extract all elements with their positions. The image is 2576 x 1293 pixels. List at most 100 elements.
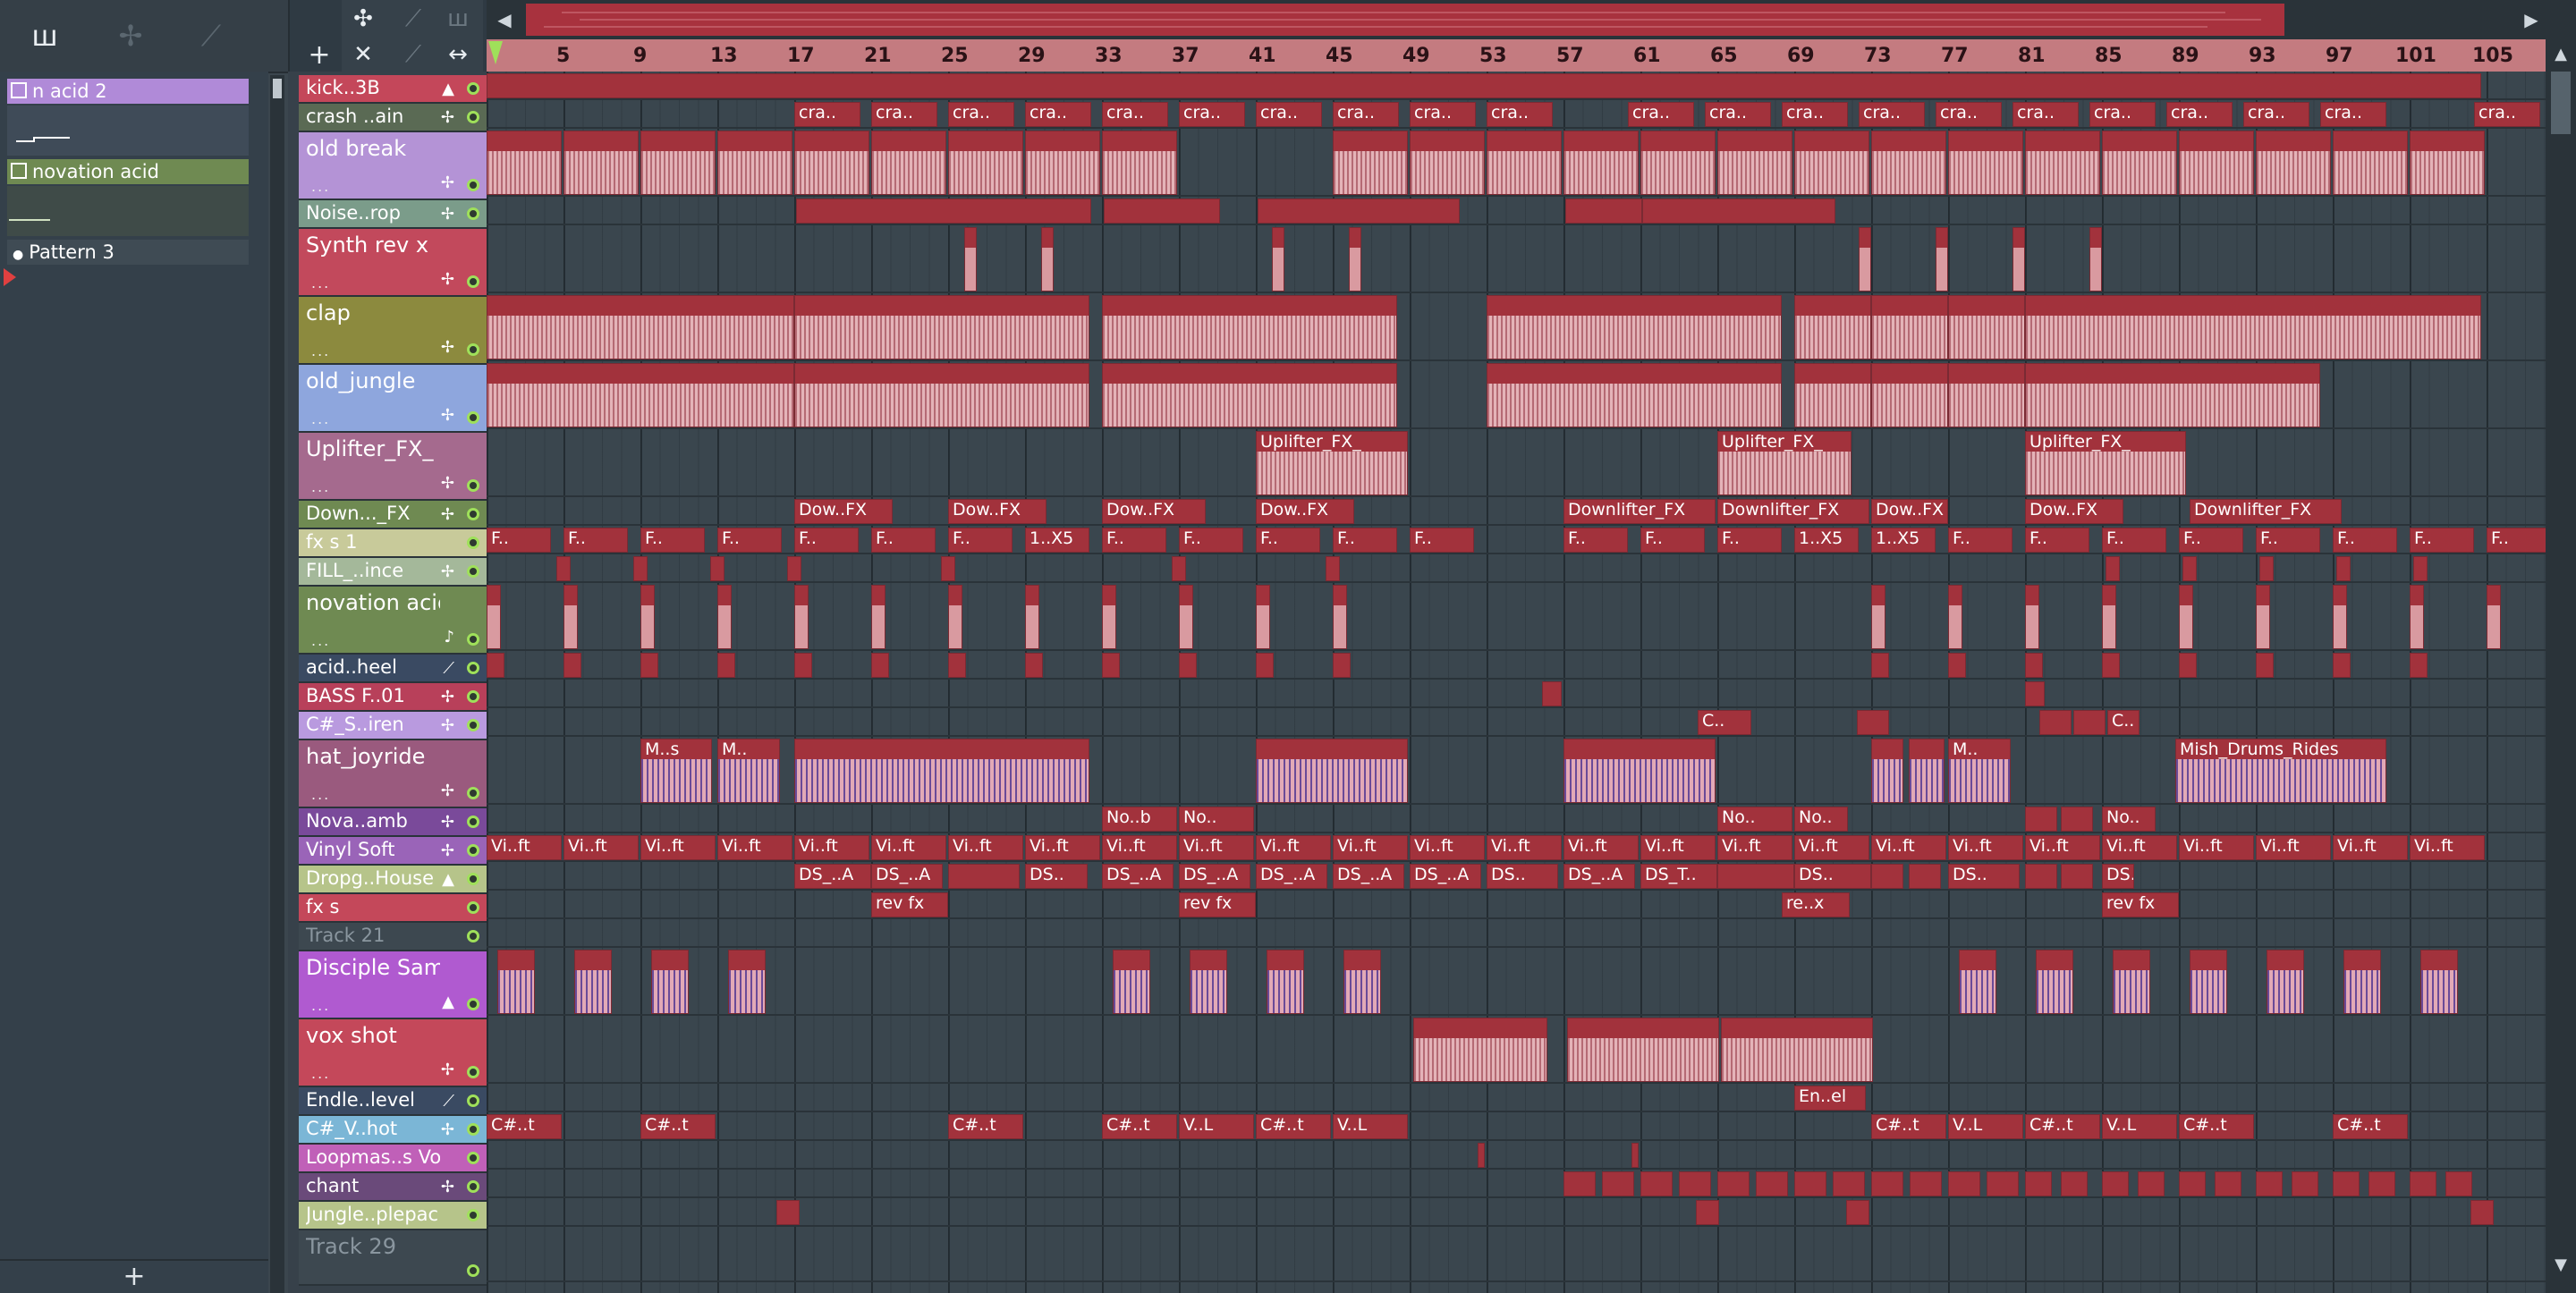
clip[interactable] bbox=[794, 585, 809, 649]
track-mute-toggle[interactable] bbox=[467, 662, 479, 674]
track-lane[interactable] bbox=[487, 708, 2546, 737]
clip[interactable] bbox=[2413, 556, 2428, 581]
clip[interactable]: F.. bbox=[1179, 528, 1243, 553]
automation-clip-icon[interactable]: ⟋ bbox=[191, 20, 231, 52]
scroll-left-icon[interactable]: ◀ bbox=[488, 4, 521, 36]
audio-clip-icon[interactable]: ✢ bbox=[111, 20, 150, 52]
clip[interactable]: C.. bbox=[1698, 710, 1751, 735]
clip[interactable] bbox=[2025, 363, 2320, 427]
clip[interactable] bbox=[2333, 131, 2408, 195]
clip[interactable]: Downlifter_FX bbox=[1717, 499, 1869, 524]
clip[interactable] bbox=[871, 585, 886, 649]
clip[interactable] bbox=[1794, 131, 1869, 195]
clip[interactable]: cra.. bbox=[1628, 102, 1694, 127]
clip[interactable]: cra.. bbox=[948, 102, 1014, 127]
clip[interactable]: M.. bbox=[1948, 739, 2011, 803]
clip[interactable] bbox=[2470, 1200, 2494, 1225]
clip[interactable]: DS_..A bbox=[1563, 864, 1635, 889]
clip[interactable] bbox=[556, 556, 571, 581]
clip[interactable] bbox=[1987, 1171, 2019, 1196]
clip[interactable] bbox=[651, 950, 689, 1014]
clip[interactable] bbox=[1487, 131, 1562, 195]
clip[interactable]: C#..t bbox=[2179, 1114, 2254, 1139]
clip[interactable]: C#..t bbox=[1256, 1114, 1331, 1139]
clip[interactable] bbox=[1640, 1171, 1673, 1196]
track-header[interactable]: clap ✢... bbox=[299, 297, 487, 365]
clip[interactable] bbox=[2025, 131, 2100, 195]
clip[interactable]: C#..t bbox=[2333, 1114, 2408, 1139]
clip[interactable]: cra.. bbox=[1487, 102, 1553, 127]
clip[interactable]: F.. bbox=[640, 528, 705, 553]
clip[interactable]: F.. bbox=[1256, 528, 1320, 553]
clip[interactable]: rev fx bbox=[871, 892, 948, 917]
clip[interactable]: Uplifter_FX_ bbox=[1717, 431, 1852, 495]
track-lane[interactable] bbox=[487, 225, 2546, 293]
track-header[interactable]: Down..._FX ✢ bbox=[299, 501, 487, 529]
pattern-item[interactable]: ● Pattern 3 bbox=[7, 240, 249, 265]
track-header[interactable]: Vinyl Soft ✢ bbox=[299, 837, 487, 866]
clip[interactable] bbox=[2410, 1171, 2436, 1196]
clip[interactable] bbox=[2292, 1171, 2318, 1196]
track-header[interactable]: vox shot ✢... bbox=[299, 1019, 487, 1087]
clip[interactable]: V..L bbox=[1333, 1114, 1408, 1139]
clip[interactable]: Vi..ft bbox=[948, 835, 1023, 860]
clip[interactable]: cra.. bbox=[2166, 102, 2233, 127]
clip[interactable] bbox=[2256, 585, 2270, 649]
clip[interactable] bbox=[2256, 1171, 2283, 1196]
clip[interactable] bbox=[1948, 295, 2025, 359]
clip[interactable] bbox=[1563, 1171, 1596, 1196]
clip[interactable] bbox=[1567, 1018, 1719, 1082]
clip[interactable] bbox=[2061, 807, 2093, 832]
clip[interactable] bbox=[1833, 1171, 1865, 1196]
clip[interactable] bbox=[1871, 1171, 1903, 1196]
track-lane[interactable] bbox=[487, 805, 2546, 833]
track-lane[interactable] bbox=[487, 919, 2546, 948]
track-more-icon[interactable]: ... bbox=[311, 997, 330, 1014]
clip[interactable] bbox=[1936, 227, 1948, 292]
track-header[interactable]: acid..heel ⟋ bbox=[299, 655, 487, 683]
scroll-up-icon[interactable]: ▲ bbox=[2549, 45, 2572, 72]
clip[interactable]: DS_..A bbox=[1102, 864, 1174, 889]
clip[interactable]: Vi..ft bbox=[2025, 835, 2100, 860]
track-mute-toggle[interactable] bbox=[467, 719, 479, 731]
clip[interactable]: Downlifter_FX bbox=[2190, 499, 2342, 524]
track-header[interactable]: fx s 1 bbox=[299, 529, 487, 558]
clip[interactable] bbox=[1948, 131, 2023, 195]
clip[interactable]: Vi..ft bbox=[564, 835, 639, 860]
track-mute-toggle[interactable] bbox=[467, 275, 479, 288]
track-mute-toggle[interactable] bbox=[467, 787, 479, 799]
clip[interactable]: Dow..FX bbox=[794, 499, 893, 524]
track-lane[interactable] bbox=[487, 948, 2546, 1016]
clip[interactable] bbox=[2102, 131, 2177, 195]
clip[interactable] bbox=[1846, 1200, 1869, 1225]
browser-scrollbar[interactable] bbox=[270, 75, 284, 1293]
clip[interactable] bbox=[2073, 710, 2106, 735]
snap-icon[interactable]: ✣ bbox=[347, 4, 379, 34]
clip[interactable] bbox=[1679, 1171, 1711, 1196]
clip[interactable]: No.. bbox=[1717, 807, 1792, 832]
track-mute-toggle[interactable] bbox=[467, 411, 479, 424]
clip[interactable] bbox=[487, 653, 504, 678]
clip[interactable] bbox=[1563, 739, 1716, 803]
clip[interactable] bbox=[1959, 950, 1996, 1014]
vertical-scrollbar[interactable]: ▲ ▼ bbox=[2546, 0, 2576, 1293]
clip[interactable]: cra.. bbox=[2243, 102, 2309, 127]
track-header[interactable]: novation acid ♪... bbox=[299, 587, 487, 655]
clip[interactable]: cra.. bbox=[871, 102, 937, 127]
track-mute-toggle[interactable] bbox=[467, 179, 479, 191]
clip[interactable] bbox=[1190, 950, 1227, 1014]
clip[interactable] bbox=[487, 585, 501, 649]
track-mute-toggle[interactable] bbox=[467, 930, 479, 942]
clip[interactable]: Vi..ft bbox=[2410, 835, 2485, 860]
clip[interactable]: C#..t bbox=[487, 1114, 562, 1139]
clip[interactable] bbox=[717, 653, 735, 678]
clip[interactable] bbox=[1871, 363, 1948, 427]
clip[interactable]: cra.. bbox=[1705, 102, 1771, 127]
track-lane[interactable] bbox=[487, 1227, 2546, 1282]
clip[interactable]: F.. bbox=[487, 528, 551, 553]
clip[interactable] bbox=[1909, 739, 1945, 803]
clip[interactable]: M.. bbox=[717, 739, 780, 803]
clip[interactable]: cra.. bbox=[1025, 102, 1091, 127]
clip[interactable] bbox=[1948, 1171, 1980, 1196]
track-mute-toggle[interactable] bbox=[467, 508, 479, 520]
